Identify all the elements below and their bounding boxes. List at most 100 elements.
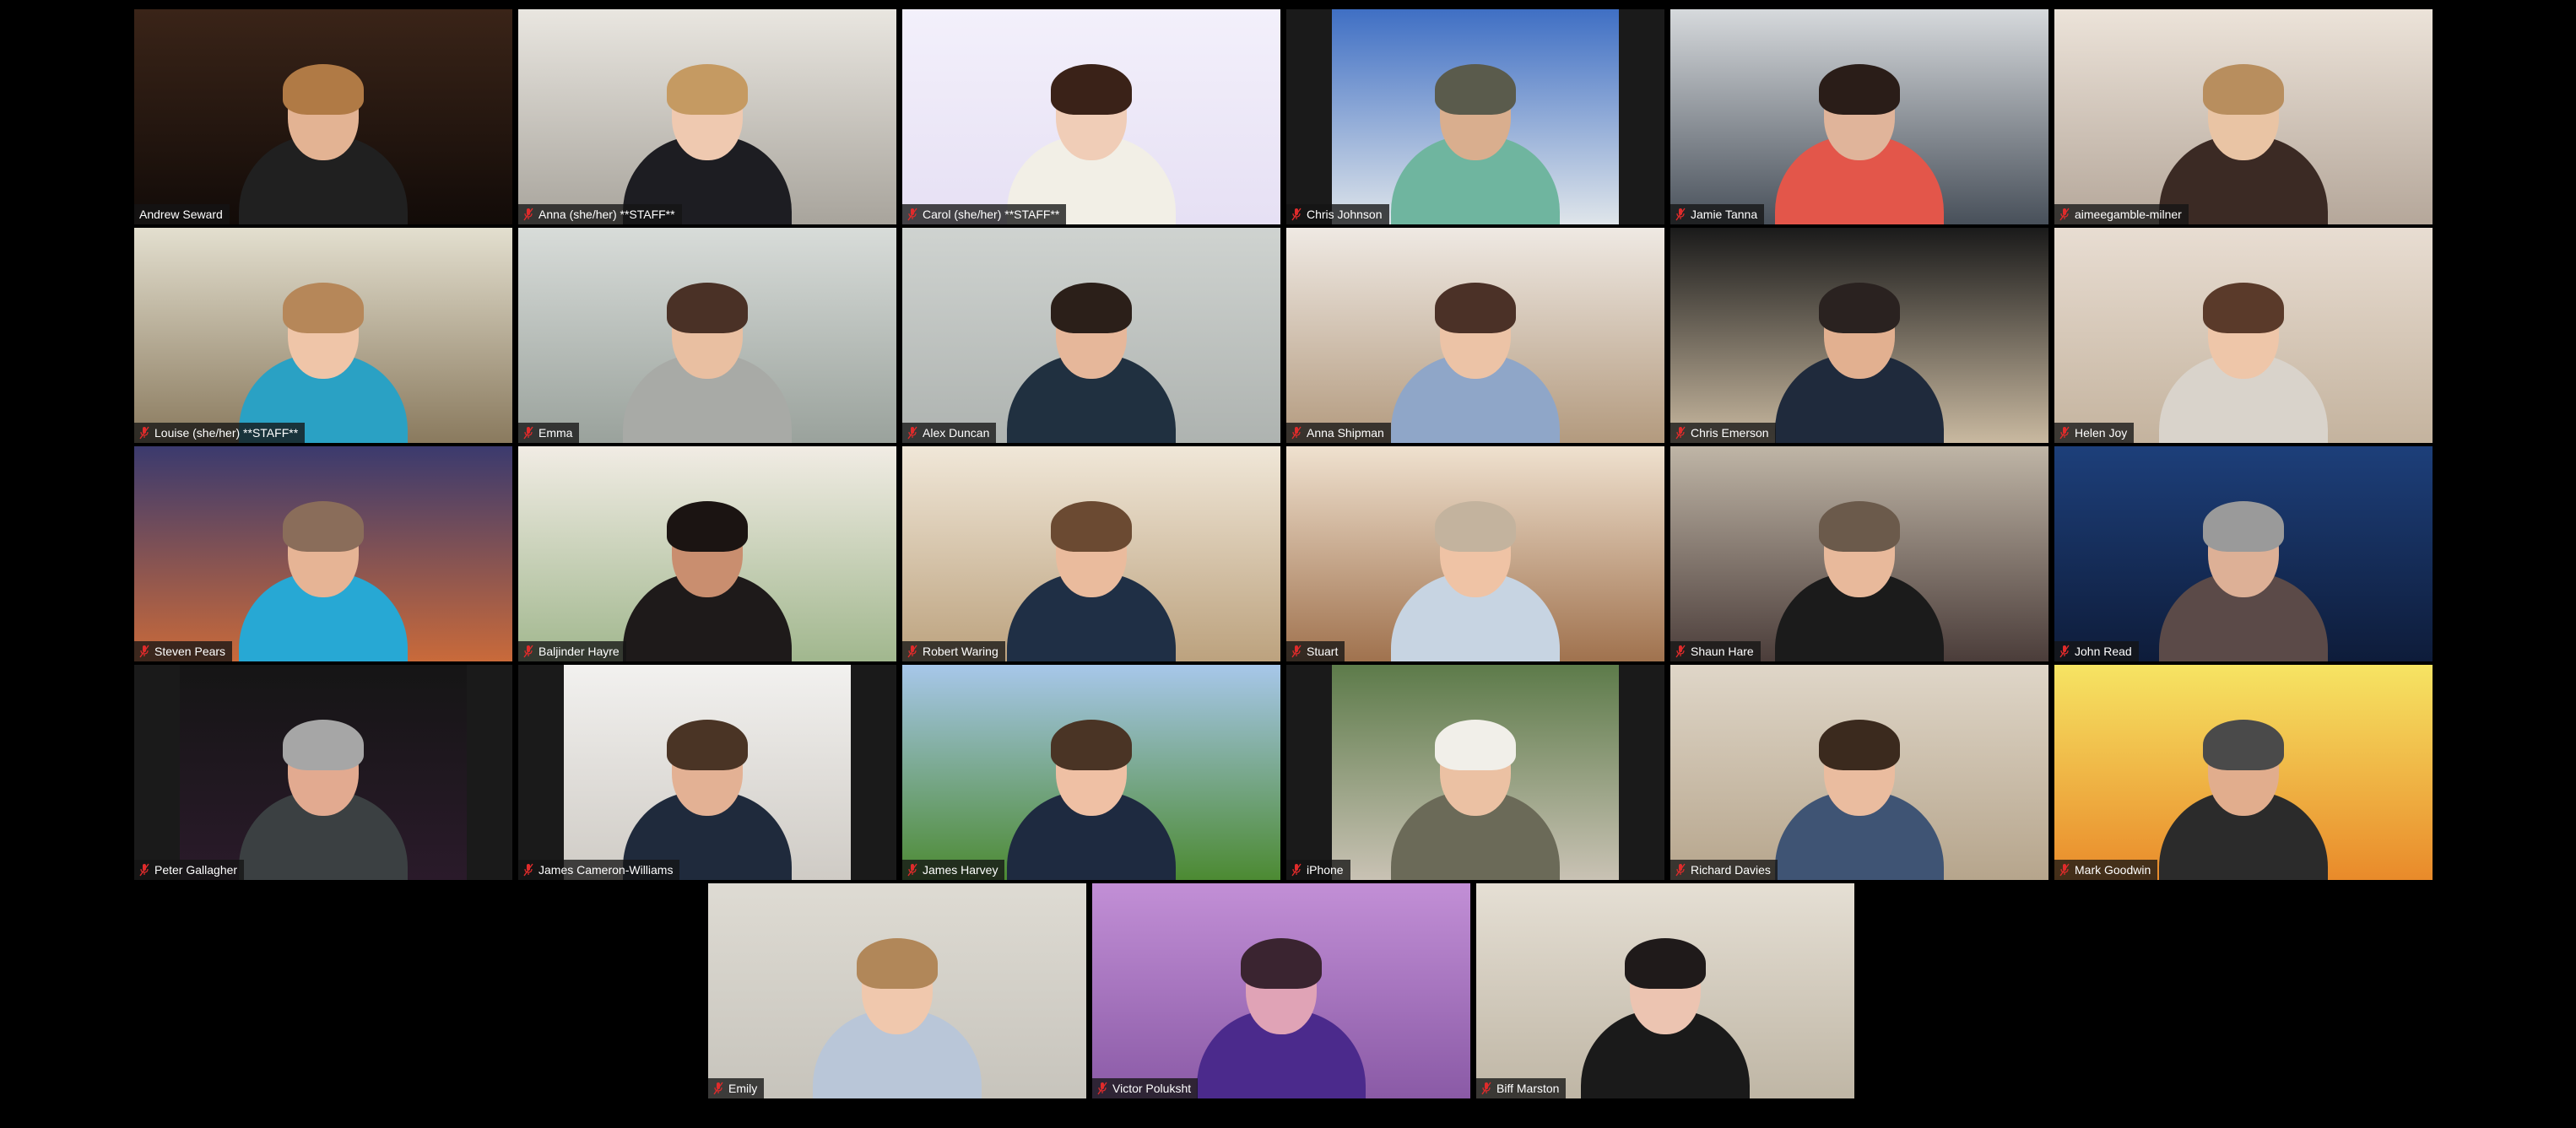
participant-video <box>902 9 1280 224</box>
participant-figure <box>1007 39 1176 224</box>
participant-figure <box>623 257 792 443</box>
mic-muted-icon <box>1291 208 1302 221</box>
participant-figure <box>1775 39 1944 224</box>
participant-hair <box>1819 501 1900 552</box>
participant-video <box>2054 9 2433 224</box>
participant-video <box>564 665 851 880</box>
participant-hair <box>1819 64 1900 115</box>
participant-figure <box>239 39 408 224</box>
participant-tile[interactable]: Peter Gallagher <box>134 665 512 880</box>
participant-figure <box>2159 694 2328 880</box>
participant-tile[interactable]: Alex Duncan <box>902 228 1280 443</box>
participant-tile[interactable]: John Read <box>2054 446 2433 661</box>
participant-name: Louise (she/her) **STAFF** <box>154 426 299 440</box>
participant-hair <box>283 283 364 333</box>
participant-tile[interactable]: Emma <box>518 228 896 443</box>
participant-name: Anna Shipman <box>1307 426 1384 440</box>
participant-hair <box>1435 501 1516 552</box>
participant-name: Baljinder Hayre <box>538 645 620 658</box>
participant-tile[interactable]: Jamie Tanna <box>1670 9 2048 224</box>
participant-tile[interactable]: James Cameron-Williams <box>518 665 896 880</box>
participant-tile[interactable]: Stuart <box>1286 446 1664 661</box>
participant-hair <box>667 501 748 552</box>
mic-muted-icon <box>2059 426 2070 440</box>
participant-video <box>1670 665 2048 880</box>
participant-tile[interactable]: Louise (she/her) **STAFF** <box>134 228 512 443</box>
participant-video <box>2054 228 2433 443</box>
participant-figure <box>623 476 792 661</box>
mic-muted-icon <box>139 863 149 877</box>
participant-hair <box>283 64 364 115</box>
participant-figure <box>2159 39 2328 224</box>
participant-video <box>134 9 512 224</box>
participant-tile[interactable]: Richard Davies <box>1670 665 2048 880</box>
participant-video <box>902 228 1280 443</box>
participant-figure <box>1007 694 1176 880</box>
participant-tile[interactable]: Chris Emerson <box>1670 228 2048 443</box>
meeting-gallery: Andrew Seward Anna (she/her) **STAFF** Car… <box>0 0 2576 1128</box>
participant-figure <box>1007 476 1176 661</box>
participant-tile[interactable]: Emily <box>708 883 1086 1098</box>
participant-hair <box>1051 283 1132 333</box>
participant-name: Mark Goodwin <box>2075 863 2151 877</box>
mic-muted-icon <box>907 863 917 877</box>
participant-tile[interactable]: Shaun Hare <box>1670 446 2048 661</box>
participant-hair <box>1051 501 1132 552</box>
participant-tile[interactable]: Victor Poluksht <box>1092 883 1470 1098</box>
participant-figure <box>2159 476 2328 661</box>
participant-tile[interactable]: Biff Marston <box>1476 883 1854 1098</box>
participant-name: iPhone <box>1307 863 1344 877</box>
participant-video <box>1670 446 2048 661</box>
participant-tile[interactable]: Robert Waring <box>902 446 1280 661</box>
participant-video <box>180 665 467 880</box>
participant-tile[interactable]: Helen Joy <box>2054 228 2433 443</box>
participant-tile[interactable]: Anna Shipman <box>1286 228 1664 443</box>
participant-name-label: Emily <box>708 1078 765 1098</box>
participant-name-label: Anna Shipman <box>1286 423 1391 443</box>
gallery-grid: Andrew Seward Anna (she/her) **STAFF** Car… <box>134 9 2433 1102</box>
participant-name: Peter Gallagher <box>154 863 238 877</box>
participant-name-label: Stuart <box>1286 641 1345 661</box>
participant-video <box>134 228 512 443</box>
participant-tile[interactable]: aimeegamble-milner <box>2054 9 2433 224</box>
participant-tile-active-speaker[interactable]: Carol (she/her) **STAFF** <box>902 9 1280 224</box>
participant-tile[interactable]: Baljinder Hayre <box>518 446 896 661</box>
participant-video <box>2054 446 2433 661</box>
gallery-row: Louise (she/her) **STAFF** Emma Alex Dunca… <box>134 228 2433 443</box>
participant-name-label: Emma <box>518 423 580 443</box>
participant-name-label: Biff Marston <box>1476 1078 1567 1098</box>
participant-name-label: Louise (she/her) **STAFF** <box>134 423 306 443</box>
participant-name-label: Shaun Hare <box>1670 641 1761 661</box>
participant-tile[interactable]: iPhone <box>1286 665 1664 880</box>
participant-figure <box>1581 913 1750 1098</box>
participant-name: Stuart <box>1307 645 1339 658</box>
participant-tile[interactable]: Chris Johnson <box>1286 9 1664 224</box>
participant-name-label: Richard Davies <box>1670 860 1778 880</box>
participant-figure <box>1775 694 1944 880</box>
gallery-row: Emily Victor Poluksht Biff Marston <box>134 883 2428 1098</box>
participant-name-label: Chris Johnson <box>1286 204 1389 224</box>
participant-tile[interactable]: Steven Pears <box>134 446 512 661</box>
participant-tile[interactable]: Andrew Seward <box>134 9 512 224</box>
participant-video <box>134 446 512 661</box>
participant-video <box>2054 665 2433 880</box>
participant-name-label: Victor Poluksht <box>1092 1078 1199 1098</box>
mic-muted-icon <box>523 863 533 877</box>
gallery-row: Andrew Seward Anna (she/her) **STAFF** Car… <box>134 9 2433 224</box>
participant-name-label: Jamie Tanna <box>1670 204 1765 224</box>
participant-video <box>1286 446 1664 661</box>
participant-tile[interactable]: Mark Goodwin <box>2054 665 2433 880</box>
mic-muted-icon <box>1291 426 1302 440</box>
mic-muted-icon <box>1481 1082 1491 1095</box>
participant-figure <box>1775 476 1944 661</box>
participant-name: Andrew Seward <box>139 208 223 221</box>
participant-hair <box>2203 720 2284 770</box>
participant-video <box>902 665 1280 880</box>
participant-name: John Read <box>2075 645 2132 658</box>
mic-muted-icon <box>907 645 917 658</box>
mic-muted-icon <box>1097 1082 1107 1095</box>
participant-name-label: John Read <box>2054 641 2139 661</box>
participant-tile[interactable]: James Harvey <box>902 665 1280 880</box>
participant-hair <box>1435 64 1516 115</box>
participant-tile[interactable]: Anna (she/her) **STAFF** <box>518 9 896 224</box>
